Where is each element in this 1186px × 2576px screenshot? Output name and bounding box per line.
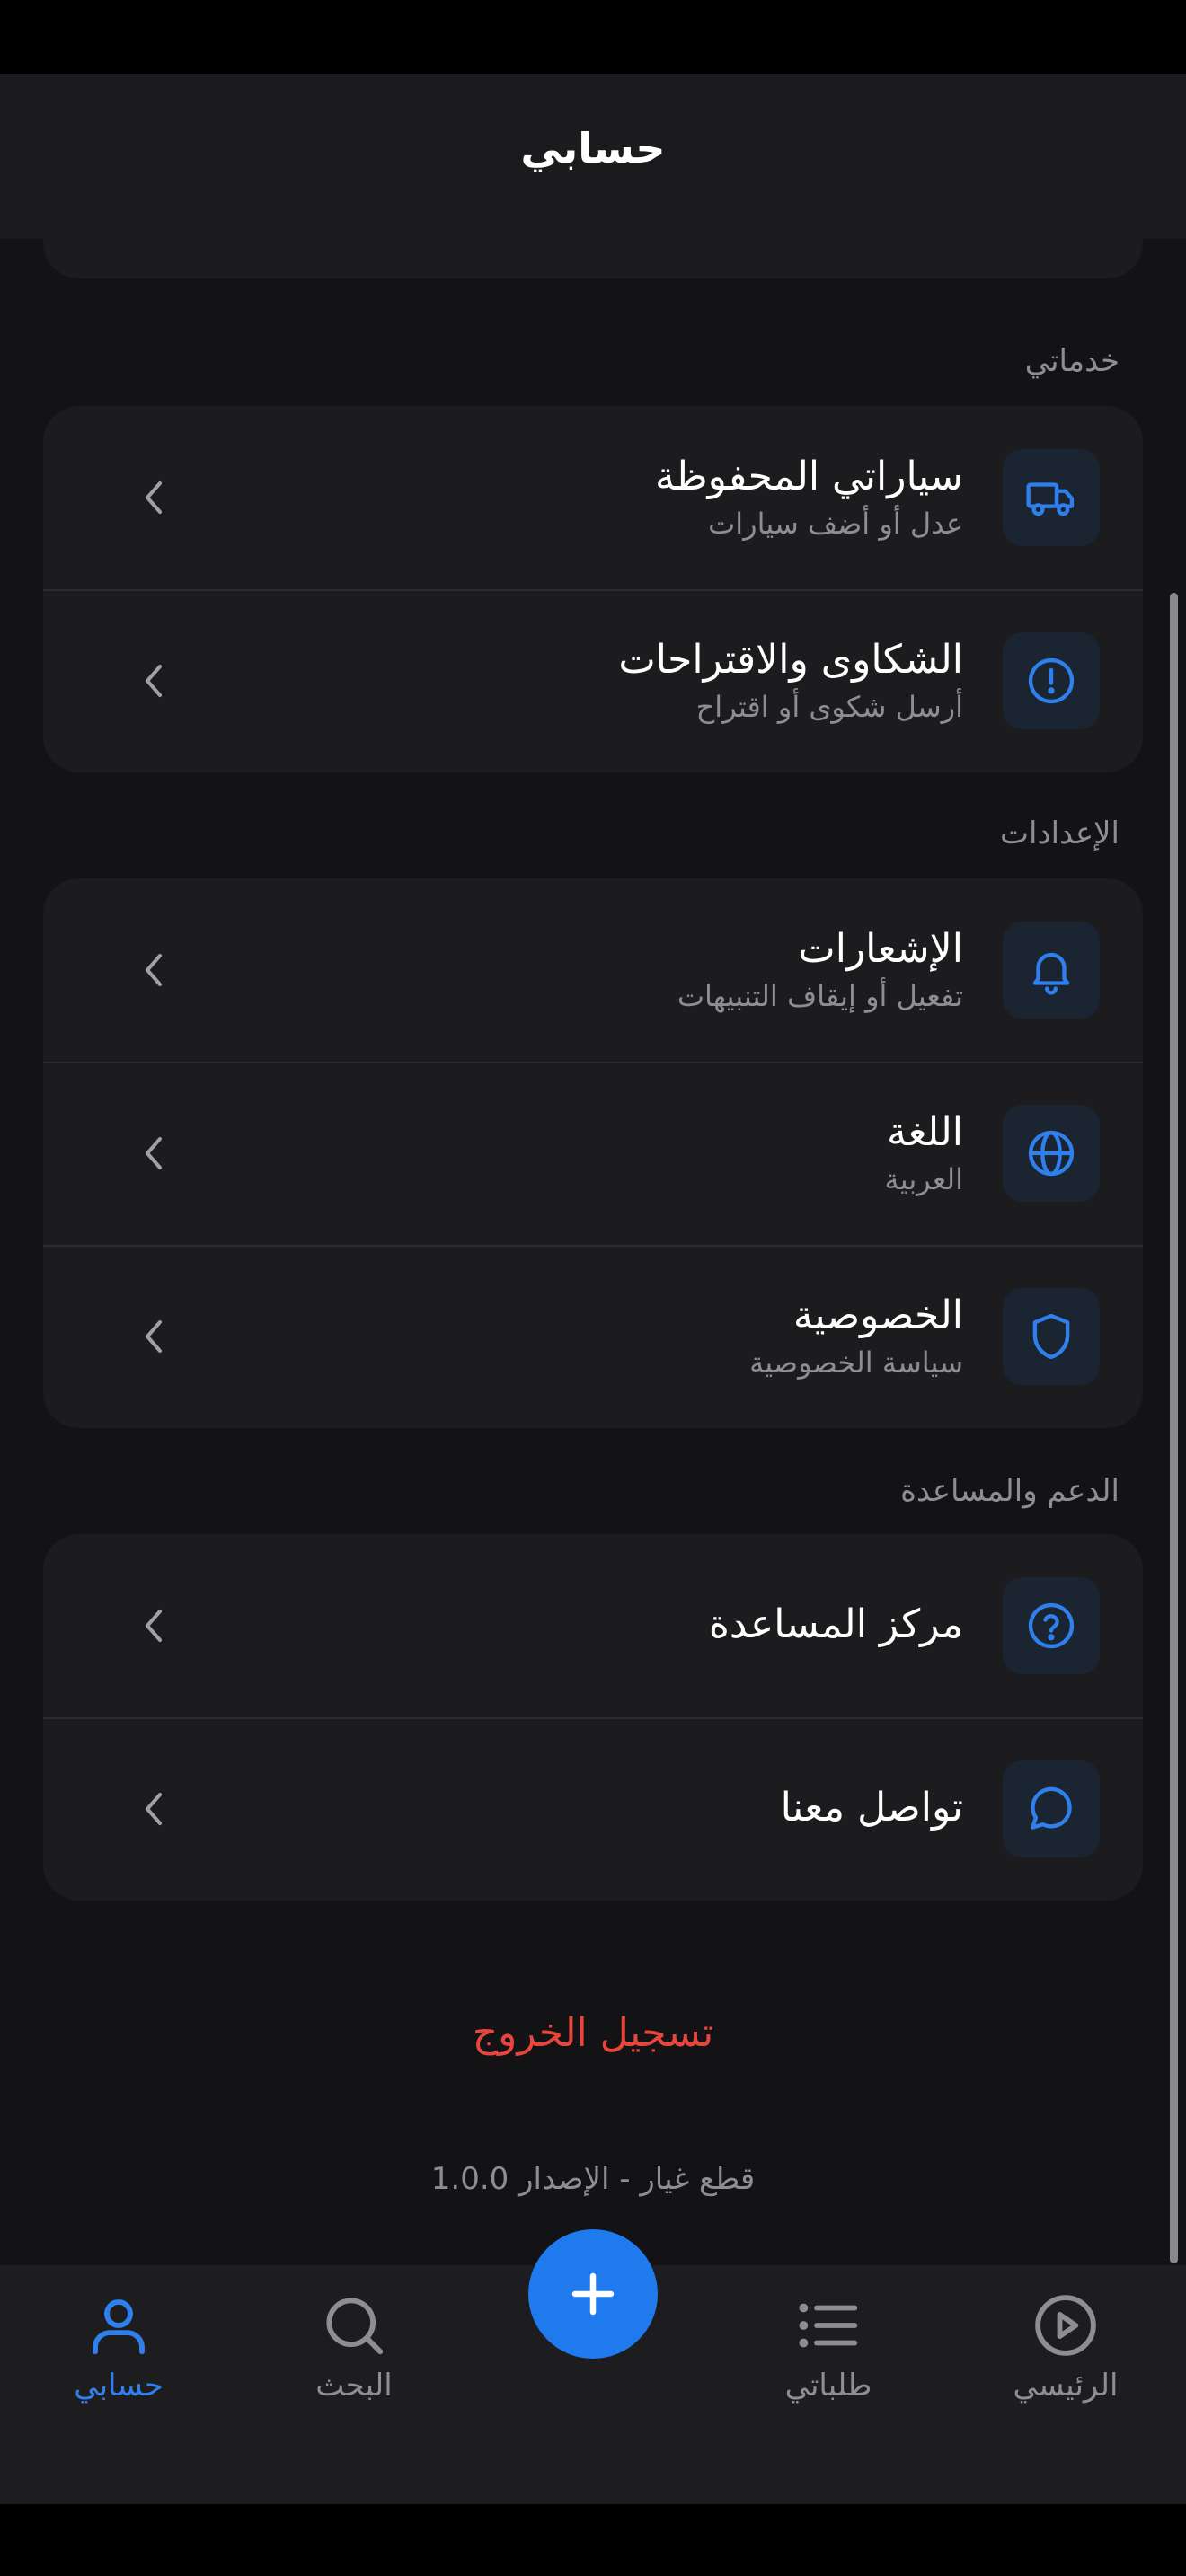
services-card: سياراتي المحفوظة عدل أو أضف سيارات الشكا… bbox=[43, 406, 1143, 772]
menu-item-title: تواصل معنا bbox=[780, 1785, 963, 1831]
user-icon bbox=[93, 2299, 145, 2355]
menu-item-subtitle: سياسة الخصوصية bbox=[749, 1345, 963, 1380]
play-circle-icon bbox=[1035, 2295, 1096, 2356]
alert-circle-icon bbox=[1003, 632, 1100, 729]
tab-label: حسابي bbox=[74, 2368, 164, 2404]
menu-item-saved-cars[interactable]: سياراتي المحفوظة عدل أو أضف سيارات bbox=[43, 406, 1143, 589]
menu-item-help-center[interactable]: مركز المساعدة bbox=[43, 1534, 1143, 1717]
page-title: حسابي bbox=[520, 124, 666, 172]
chevron-left-icon bbox=[146, 1610, 162, 1642]
menu-item-subtitle: أرسل شكوى أو اقتراح bbox=[695, 690, 963, 724]
section-label-support: الدعم والمساعدة bbox=[900, 1473, 1120, 1509]
menu-item-title: اللغة bbox=[886, 1109, 963, 1155]
bell-icon bbox=[1003, 922, 1100, 1019]
chevron-left-icon bbox=[146, 481, 162, 514]
menu-item-privacy[interactable]: الخصوصية سياسة الخصوصية bbox=[43, 1245, 1143, 1428]
settings-scroll-content[interactable]: خدماتي سياراتي المحفوظة عدل أو أضف سيارا… bbox=[0, 0, 1186, 2263]
tab-search[interactable]: البحث bbox=[264, 2290, 444, 2425]
shield-icon bbox=[1003, 1288, 1100, 1385]
scrollbar[interactable] bbox=[1170, 593, 1178, 2263]
tab-home[interactable]: الرئيسي bbox=[976, 2290, 1155, 2425]
tab-account[interactable]: حسابي bbox=[29, 2290, 208, 2425]
plus-icon bbox=[571, 2272, 615, 2316]
chevron-left-icon bbox=[146, 1320, 162, 1353]
menu-item-language[interactable]: اللغة العربية bbox=[43, 1062, 1143, 1245]
add-button[interactable] bbox=[528, 2229, 658, 2359]
menu-item-title: الإشعارات bbox=[798, 926, 963, 972]
logout-button[interactable]: تسجيل الخروج bbox=[0, 2010, 1186, 2056]
menu-item-subtitle: عدل أو أضف سيارات bbox=[708, 507, 963, 541]
menu-item-subtitle: العربية bbox=[884, 1162, 963, 1196]
home-indicator-area bbox=[0, 2504, 1186, 2576]
support-card: مركز المساعدة تواصل معنا bbox=[43, 1534, 1143, 1901]
section-label-settings: الإعدادات bbox=[999, 816, 1120, 851]
menu-item-title: الخصوصية bbox=[792, 1292, 963, 1338]
menu-item-complaints[interactable]: الشكاوى والاقتراحات أرسل شكوى أو اقتراح bbox=[43, 589, 1143, 772]
tab-label: البحث bbox=[315, 2368, 393, 2404]
tab-label: الرئيسي bbox=[1013, 2368, 1119, 2404]
chevron-left-icon bbox=[146, 1793, 162, 1825]
menu-item-title: الشكاوى والاقتراحات bbox=[618, 637, 963, 683]
app-version-text: قطع غيار - الإصدار 1.0.0 bbox=[430, 2161, 756, 2197]
menu-item-title: مركز المساعدة bbox=[708, 1601, 963, 1647]
truck-icon bbox=[1003, 449, 1100, 546]
globe-icon bbox=[1003, 1105, 1100, 1202]
app-header: حسابي bbox=[0, 74, 1186, 239]
menu-item-subtitle: تفعيل أو إيقاف التنبيهات bbox=[677, 979, 963, 1013]
tab-orders[interactable]: طلباتي bbox=[739, 2290, 918, 2425]
chevron-left-icon bbox=[146, 954, 162, 986]
tab-label: طلباتي bbox=[784, 2368, 872, 2404]
menu-item-notifications[interactable]: الإشعارات تفعيل أو إيقاف التنبيهات bbox=[43, 878, 1143, 1062]
chevron-left-icon bbox=[146, 665, 162, 697]
section-label-services: خدماتي bbox=[1024, 343, 1120, 379]
chevron-left-icon bbox=[146, 1137, 162, 1169]
help-circle-icon bbox=[1003, 1577, 1100, 1674]
menu-item-contact-us[interactable]: تواصل معنا bbox=[43, 1717, 1143, 1901]
settings-card: الإشعارات تفعيل أو إيقاف التنبيهات اللغة… bbox=[43, 878, 1143, 1428]
message-circle-icon bbox=[1003, 1760, 1100, 1857]
menu-item-title: سياراتي المحفوظة bbox=[655, 454, 963, 499]
search-icon bbox=[326, 2298, 384, 2355]
list-icon bbox=[799, 2303, 858, 2348]
